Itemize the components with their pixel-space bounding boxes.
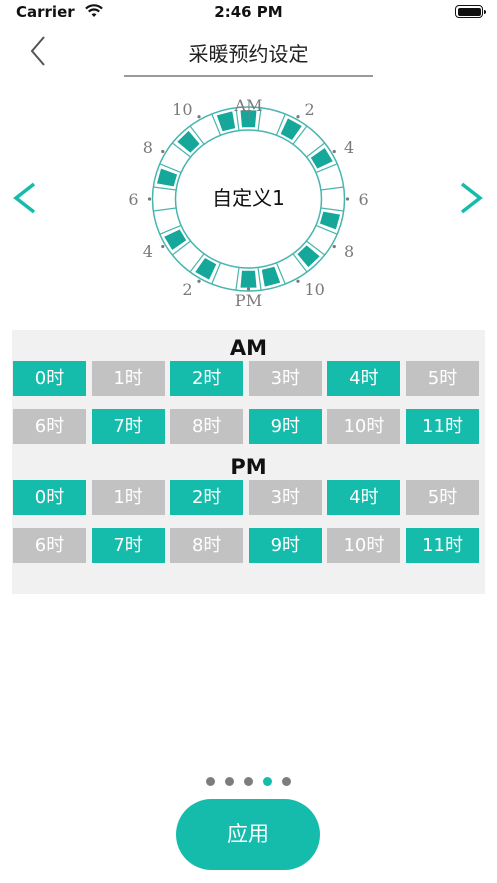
dial-hour-label: 2 — [305, 100, 315, 119]
apply-button[interactable]: 应用 — [176, 799, 320, 870]
chevron-left-icon — [13, 182, 36, 214]
dial-hour-label: 10 — [172, 100, 192, 119]
prev-preset-button[interactable] — [8, 180, 44, 216]
page-title: 采暖预约设定 — [188, 42, 309, 66]
am-section-label: AM — [229, 336, 268, 360]
pm-section-label: PM — [230, 455, 267, 479]
pm-hour-1-toggle[interactable]: 1时 — [91, 480, 165, 515]
dial-tick-dot — [147, 197, 152, 201]
am-hour-2-toggle[interactable]: 2时 — [170, 361, 244, 396]
dial-segment-active — [240, 270, 257, 288]
am-hour-7-toggle[interactable]: 7时 — [91, 409, 165, 444]
dial-tick-dot — [332, 149, 336, 154]
am-hour-9-toggle[interactable]: 9时 — [248, 409, 322, 444]
schedule-panel: AM 0时 1时 2时 3时 4时 5时 6时 7时 8时 9时 10时 11时 PM 0时 1时 2时 3… — [12, 330, 485, 594]
pm-hour-9-toggle[interactable]: 9时 — [248, 528, 322, 563]
am-hour-0-toggle[interactable]: 0时 — [13, 361, 86, 396]
dial-segment-active — [261, 266, 281, 287]
chevron-right-icon — [460, 182, 483, 214]
dial-am-label: AM — [234, 96, 263, 115]
dial-hour-label: 8 — [344, 242, 354, 261]
dial-tick-dot — [296, 115, 300, 119]
dial-divider — [153, 186, 177, 191]
am-hour-3-toggle[interactable]: 3时 — [248, 361, 322, 396]
pm-hour-0-toggle[interactable]: 0时 — [13, 480, 86, 515]
dial-divider — [257, 267, 262, 291]
am-hour-4-toggle[interactable]: 4时 — [327, 361, 401, 396]
preset-name: 自定义1 — [212, 186, 285, 210]
am-hour-1-toggle[interactable]: 1时 — [91, 361, 165, 396]
pm-hour-7-toggle[interactable]: 7时 — [91, 528, 165, 563]
page-dot[interactable] — [244, 777, 253, 786]
chevron-left-icon — [30, 36, 45, 66]
pm-hour-3-toggle[interactable]: 3时 — [248, 480, 322, 515]
am-hour-5-toggle[interactable]: 5时 — [406, 361, 479, 396]
battery-icon — [455, 5, 486, 18]
am-hour-6-toggle[interactable]: 6时 — [13, 409, 86, 444]
pm-hour-4-toggle[interactable]: 4时 — [327, 480, 401, 515]
dial-hour-label: 10 — [305, 280, 325, 299]
dial-tick-dot — [197, 115, 201, 119]
dial-hour-label: 4 — [344, 138, 354, 157]
dial-segment-active — [156, 168, 178, 187]
page-indicator — [0, 777, 497, 787]
status-bar: Carrier 2:46 PM — [0, 0, 497, 26]
dial-segment-active — [319, 211, 341, 230]
pm-hour-8-toggle[interactable]: 8时 — [170, 528, 244, 563]
dial-pm-label: PM — [235, 291, 262, 310]
dial-hour-label: 6 — [128, 190, 138, 209]
dial-divider — [153, 207, 177, 212]
am-hour-11-toggle[interactable]: 11时 — [406, 409, 479, 444]
dial-tick-dot — [161, 149, 165, 154]
next-preset-button[interactable] — [453, 180, 489, 216]
dial-tick-dot — [246, 113, 251, 117]
back-button[interactable] — [22, 34, 56, 68]
clock-time: 2:46 PM — [214, 3, 283, 21]
dial-divider — [235, 267, 240, 291]
dial-tick-dot — [161, 244, 165, 249]
pm-hour-11-toggle[interactable]: 11时 — [406, 528, 479, 563]
dial-tick-dot — [332, 244, 336, 249]
dial-tick-dot — [345, 197, 350, 201]
pm-hour-6-toggle[interactable]: 6时 — [13, 528, 86, 563]
am-hour-8-toggle[interactable]: 8时 — [170, 409, 244, 444]
pm-hour-10-toggle[interactable]: 10时 — [327, 528, 401, 563]
dial-hour-label: 6 — [359, 190, 369, 209]
title-divider — [124, 75, 373, 77]
dial-divider — [320, 207, 344, 212]
dial-segment-active — [216, 111, 236, 132]
pm-hour-2-toggle[interactable]: 2时 — [170, 480, 244, 515]
page-dot[interactable] — [206, 777, 215, 786]
am-hour-10-toggle[interactable]: 10时 — [327, 409, 401, 444]
dial-hour-label: 2 — [182, 280, 192, 299]
dial-hour-label: 4 — [143, 242, 153, 261]
page-dot[interactable] — [282, 777, 291, 786]
schedule-dial: AM PM 2 4 6 8 10 10 8 6 4 2 自定义1 — [128, 96, 369, 310]
dial-tick-dot — [197, 279, 201, 283]
page-dot[interactable] — [225, 777, 234, 786]
page-dot[interactable] — [263, 777, 272, 786]
dial-tick-dot — [246, 287, 251, 291]
dial-divider — [320, 186, 344, 191]
dial-hour-label: 8 — [143, 138, 153, 157]
dial-tick-dot — [296, 279, 300, 283]
pm-hour-5-toggle[interactable]: 5时 — [406, 480, 479, 515]
